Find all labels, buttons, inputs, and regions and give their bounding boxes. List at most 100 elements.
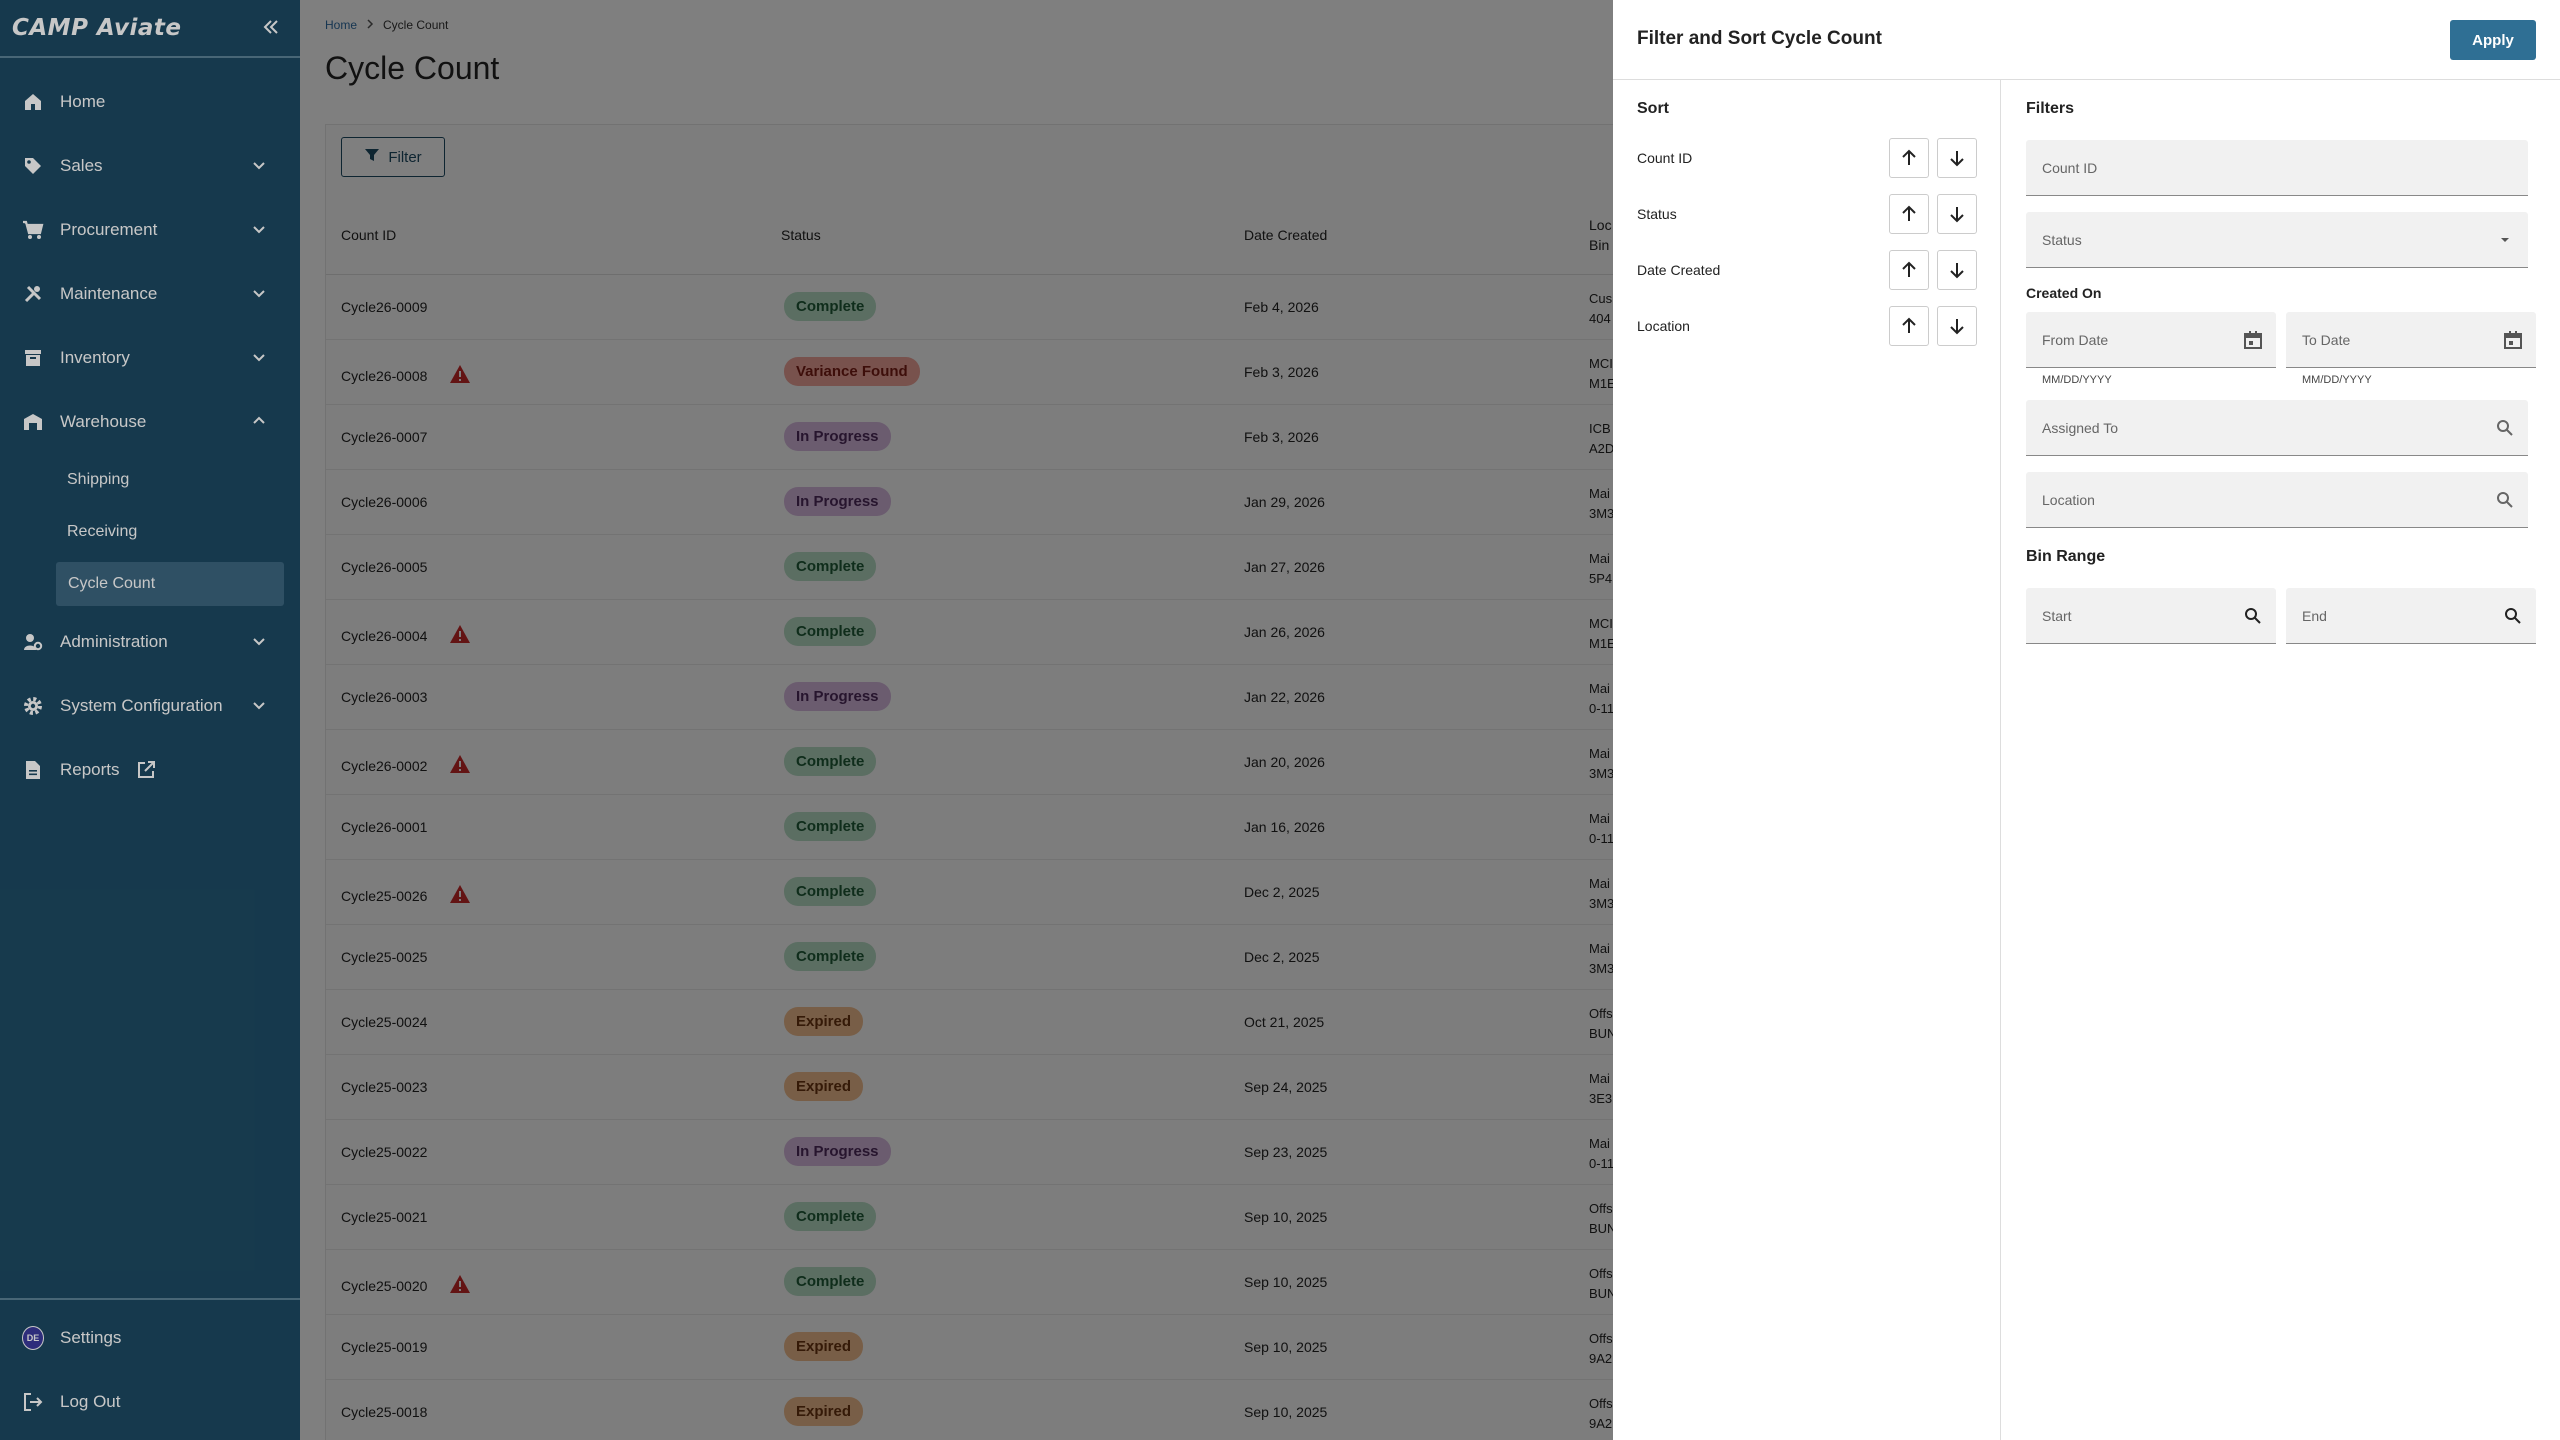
sidebar-item-system-configuration[interactable]: System Configuration	[0, 674, 300, 738]
bin-range-label: Bin Range	[2026, 548, 2106, 565]
sort-row-date-created: Date Created	[1637, 250, 1977, 290]
sidebar-item-label: Sales	[60, 156, 103, 175]
sidebar-item-warehouse[interactable]: Warehouse	[0, 390, 300, 454]
sort-label: Count ID	[1637, 150, 1693, 166]
calendar-icon[interactable]	[2242, 329, 2264, 351]
from-date-placeholder: From Date	[2042, 331, 2109, 348]
count-id-field[interactable]: Count ID	[2026, 140, 2528, 196]
chevron-down-icon	[253, 702, 265, 710]
sidebar-item-administration[interactable]: Administration	[0, 610, 300, 674]
sort-descending-button[interactable]	[1937, 306, 1977, 346]
count-id-placeholder: Count ID	[2042, 159, 2098, 176]
arrow-down-icon	[1950, 151, 1964, 167]
sort-ascending-button[interactable]	[1889, 250, 1929, 290]
sidebar-subitem-shipping[interactable]: Shipping	[0, 454, 300, 506]
sidebar-item-label: Warehouse	[60, 412, 147, 431]
sidebar-nav: Home Sales Procurement Maintenance Inven…	[0, 58, 300, 802]
sidebar-item-inventory[interactable]: Inventory	[0, 326, 300, 390]
sort-descending-button[interactable]	[1937, 138, 1977, 178]
status-placeholder: Status	[2042, 231, 2082, 248]
chevron-up-icon	[253, 416, 265, 424]
apply-button[interactable]: Apply	[2450, 20, 2536, 60]
sidebar-item-procurement[interactable]: Procurement	[0, 198, 300, 262]
sort-descending-button[interactable]	[1937, 250, 1977, 290]
to-date-hint: MM/DD/YYYY	[2302, 374, 2372, 386]
sort-label: Location	[1637, 318, 1690, 334]
to-date-placeholder: To Date	[2302, 331, 2351, 348]
bin-end-placeholder: End	[2302, 607, 2327, 624]
sidebar-item-label: Log Out	[60, 1392, 121, 1411]
sidebar-bottom: DE Settings Log Out	[0, 1298, 300, 1440]
chevron-down-icon	[253, 226, 265, 234]
sidebar-item-sales[interactable]: Sales	[0, 134, 300, 198]
bin-end-field[interactable]: End	[2286, 588, 2536, 644]
caret-down-icon	[2494, 229, 2516, 251]
avatar: DE	[22, 1326, 44, 1350]
tag-icon	[22, 155, 44, 177]
search-icon	[2242, 605, 2264, 627]
sort-descending-button[interactable]	[1937, 194, 1977, 234]
sidebar-item-label: Maintenance	[60, 284, 158, 303]
sort-row-count-id: Count ID	[1637, 138, 1977, 178]
filters-section: Filters Count ID Status Created On From …	[2002, 80, 2560, 1440]
sort-label: Status	[1637, 206, 1677, 222]
sort-label: Date Created	[1637, 262, 1721, 278]
admin-icon	[22, 631, 44, 653]
from-date-field[interactable]: From Date	[2026, 312, 2276, 368]
external-link-icon	[136, 760, 156, 780]
sidebar-item-home[interactable]: Home	[0, 70, 300, 134]
sidebar-item-label: Administration	[60, 632, 168, 651]
sidebar-item-reports[interactable]: Reports	[0, 738, 300, 802]
sidebar-item-label: System Configuration	[60, 696, 223, 715]
logo-row: CAMP Aviate	[0, 0, 300, 58]
sort-heading: Sort	[1637, 100, 1669, 117]
sidebar-item-settings[interactable]: DE Settings	[0, 1306, 300, 1370]
arrow-up-icon	[1902, 149, 1916, 165]
status-select[interactable]: Status	[2026, 212, 2528, 268]
modal-backdrop[interactable]	[300, 0, 1613, 1440]
sort-ascending-button[interactable]	[1889, 138, 1929, 178]
sort-section: Sort Count ID Status Date Created Locati…	[1613, 80, 2001, 1440]
arrow-down-icon	[1950, 319, 1964, 335]
sidebar-subitem-cycle-count[interactable]: Cycle Count	[56, 562, 284, 606]
warehouse-icon	[22, 411, 44, 433]
collapse-sidebar-icon[interactable]	[256, 12, 286, 42]
arrow-up-icon	[1902, 317, 1916, 333]
sidebar-item-label: Reports	[60, 760, 120, 779]
arrow-down-icon	[1950, 263, 1964, 279]
sidebar-item-logout[interactable]: Log Out	[0, 1370, 300, 1434]
location-field[interactable]: Location	[2026, 472, 2528, 528]
logout-icon	[22, 1391, 44, 1413]
app-root: CAMP Aviate Home Sales Procurement Maint…	[0, 0, 2560, 1440]
tools-icon	[22, 283, 44, 305]
sort-ascending-button[interactable]	[1889, 194, 1929, 234]
avatar-initials: DE	[22, 1326, 44, 1350]
filter-sort-drawer: Filter and Sort Cycle Count Apply Sort C…	[1613, 0, 2560, 1440]
sidebar-item-maintenance[interactable]: Maintenance	[0, 262, 300, 326]
home-icon	[22, 91, 44, 113]
drawer-header: Filter and Sort Cycle Count Apply	[1613, 0, 2560, 80]
assigned-to-field[interactable]: Assigned To	[2026, 400, 2528, 456]
arrow-up-icon	[1902, 261, 1916, 277]
arrow-down-icon	[1950, 207, 1964, 223]
sidebar-item-label: Settings	[60, 1328, 122, 1347]
chevron-down-icon	[253, 162, 265, 170]
bin-start-placeholder: Start	[2042, 607, 2072, 624]
sidebar-subitem-receiving[interactable]: Receiving	[0, 506, 300, 558]
from-date-hint: MM/DD/YYYY	[2042, 374, 2112, 386]
calendar-icon[interactable]	[2502, 329, 2524, 351]
arrow-up-icon	[1902, 205, 1916, 221]
created-on-label: Created On	[2026, 285, 2102, 301]
location-placeholder: Location	[2042, 491, 2095, 508]
search-icon	[2494, 417, 2516, 439]
sort-ascending-button[interactable]	[1889, 306, 1929, 346]
bin-start-field[interactable]: Start	[2026, 588, 2276, 644]
search-icon	[2494, 489, 2516, 511]
assigned-to-placeholder: Assigned To	[2042, 419, 2119, 436]
filters-heading: Filters	[2026, 100, 2075, 117]
app-logo: CAMP Aviate	[12, 15, 182, 41]
to-date-field[interactable]: To Date	[2286, 312, 2536, 368]
chevron-down-icon	[253, 290, 265, 298]
sidebar-item-label: Procurement	[60, 220, 158, 239]
sidebar-item-label: Home	[60, 92, 106, 111]
